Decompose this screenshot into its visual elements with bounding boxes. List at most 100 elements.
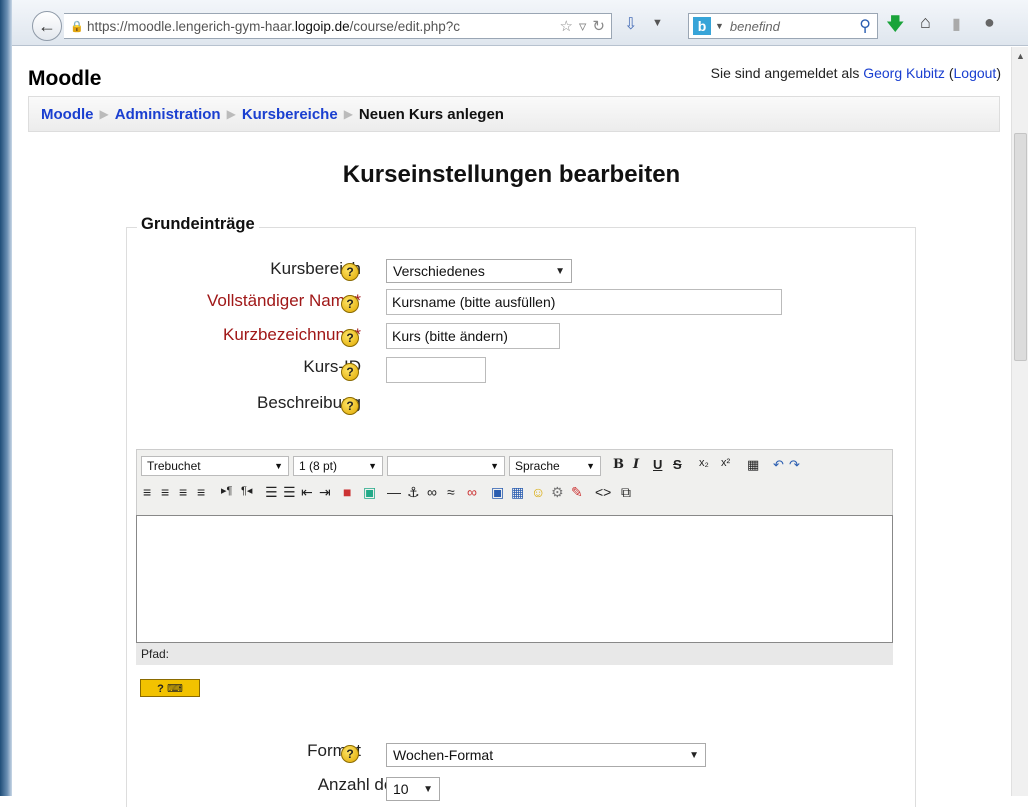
search-engine-icon[interactable]: b xyxy=(693,17,711,35)
menu-dropdown-icon[interactable]: ▼ xyxy=(652,17,663,29)
lock-icon: 🔒 xyxy=(70,21,84,33)
login-info: Sie sind angemeldet als Georg Kubitz (Lo… xyxy=(710,65,1001,81)
fieldset-legend: Grundeinträge xyxy=(137,215,259,234)
redo-icon[interactable]: ↷ xyxy=(789,457,800,473)
text-color-icon[interactable]: ■ xyxy=(343,484,351,500)
chevron-down-icon: ▼ xyxy=(689,749,699,761)
help-icon[interactable]: ? xyxy=(341,329,359,347)
chevron-down-icon: ▼ xyxy=(423,783,433,795)
downloads-icon[interactable]: ⇩ xyxy=(624,14,637,34)
fullscreen-icon[interactable]: ⧉ xyxy=(621,484,631,501)
back-arrow-icon[interactable]: ← xyxy=(32,11,62,41)
scrollbar-thumb[interactable] xyxy=(1014,133,1027,361)
fullname-label: Vollständiger Name* xyxy=(206,291,361,310)
html-source-icon[interactable]: <> xyxy=(595,484,611,500)
subscript-icon[interactable]: x₂ xyxy=(699,457,709,469)
idnumber-field[interactable] xyxy=(386,357,486,383)
language-value: Sprache xyxy=(515,459,560,473)
html-editor: Trebuchet ▼ 1 (8 pt) ▼ ▼ Sprache ▼ B I U S … xyxy=(136,449,893,665)
breadcrumb-kursbereiche[interactable]: Kursbereiche xyxy=(242,106,338,123)
format-value: Wochen-Format xyxy=(393,747,494,763)
language-select[interactable]: Sprache ▼ xyxy=(509,456,601,476)
italic-icon[interactable]: I xyxy=(633,457,639,472)
anchor-icon[interactable]: ⚓ xyxy=(407,484,420,501)
extension-icon[interactable]: ● xyxy=(984,12,995,33)
vertical-scrollbar[interactable]: ▲ xyxy=(1011,47,1028,796)
unordered-list-icon[interactable]: ☰ xyxy=(283,484,296,501)
font-family-select[interactable]: Trebuchet ▼ xyxy=(141,456,289,476)
breadcrumb-separator-icon: ▶ xyxy=(343,107,353,121)
row-fullname: Vollständiger Name* ? Kursname (bitte au… xyxy=(12,289,1011,317)
login-prefix: Sie sind angemeldet als xyxy=(710,65,860,81)
chevron-down-icon: ▼ xyxy=(586,461,595,471)
format-select[interactable]: ▼ xyxy=(387,456,505,476)
logout-link[interactable]: Logout xyxy=(954,65,997,81)
justify-icon[interactable]: ≡ xyxy=(197,484,205,500)
smiley-icon[interactable]: ☺ xyxy=(531,484,545,500)
search-text: benefind xyxy=(729,18,780,34)
row-category: Kursbereich ? Verschiedenes ▼ xyxy=(12,259,1011,287)
breadcrumb-moodle[interactable]: Moodle xyxy=(41,106,94,123)
numsections-value: 10 xyxy=(393,781,409,797)
scroll-up-icon[interactable]: ▲ xyxy=(1016,51,1025,61)
bold-icon[interactable]: B xyxy=(613,457,624,472)
fullname-field[interactable]: Kursname (bitte ausfüllen) xyxy=(386,289,782,315)
background-color-icon[interactable]: ▣ xyxy=(363,484,376,501)
unlink-icon[interactable]: ≈ xyxy=(447,484,455,500)
dropdown-arrow-icon[interactable]: ▿ xyxy=(579,17,587,35)
breadcrumb-administration[interactable]: Administration xyxy=(115,106,221,123)
breadcrumb-separator-icon: ▶ xyxy=(99,107,109,121)
download-arrow-icon[interactable]: 🡇 xyxy=(886,12,905,42)
strikethrough-icon[interactable]: S xyxy=(673,457,682,472)
home-icon[interactable]: ⌂ xyxy=(920,12,931,33)
clean-word-icon[interactable]: ▦ xyxy=(747,457,759,473)
rtl-icon[interactable]: ¶◂ xyxy=(241,484,252,497)
search-box[interactable]: b ▼ benefind ⚲ xyxy=(688,13,878,39)
browser-toolbar: ← 🔒 https://moodle.lengerich-gym-haar. lo… xyxy=(12,0,1028,46)
editor-textarea[interactable] xyxy=(136,515,893,643)
bookmark-star-icon[interactable]: ☆ xyxy=(559,17,572,35)
horizontal-rule-icon[interactable]: — xyxy=(387,484,401,500)
engine-dropdown-icon[interactable]: ▼ xyxy=(715,21,724,31)
help-icon[interactable]: ? xyxy=(341,745,359,763)
special-char-icon[interactable]: ⚙ xyxy=(551,484,564,501)
align-center-icon[interactable]: ≡ xyxy=(161,484,169,500)
user-link[interactable]: Georg Kubitz xyxy=(863,65,945,81)
image-icon[interactable]: ▣ xyxy=(491,484,504,501)
underline-icon[interactable]: U xyxy=(653,457,662,472)
search-replace-icon[interactable]: ✎ xyxy=(571,484,583,501)
nolink-icon[interactable]: ∞ xyxy=(467,484,477,500)
chevron-down-icon: ▼ xyxy=(274,461,283,471)
desktop-edge xyxy=(0,0,12,796)
align-right-icon[interactable]: ≡ xyxy=(179,484,187,500)
superscript-icon[interactable]: x² xyxy=(721,457,730,469)
page-title: Kurseinstellungen bearbeiten xyxy=(342,161,681,188)
help-icon[interactable]: ? xyxy=(341,263,359,281)
link-icon[interactable]: ∞ xyxy=(427,484,437,500)
reload-icon[interactable]: ↻ xyxy=(592,17,605,35)
address-bar[interactable]: 🔒 https://moodle.lengerich-gym-haar. logo… xyxy=(64,13,612,39)
help-icon[interactable]: ? xyxy=(341,295,359,313)
stats-icon[interactable]: ▮ xyxy=(952,14,961,34)
chevron-down-icon: ▼ xyxy=(368,461,377,471)
help-icon[interactable]: ? xyxy=(341,397,359,415)
font-size-select[interactable]: 1 (8 pt) ▼ xyxy=(293,456,383,476)
format-select[interactable]: Wochen-Format ▼ xyxy=(386,743,706,767)
magnifier-icon[interactable]: ⚲ xyxy=(859,16,871,36)
font-family-value: Trebuchet xyxy=(147,459,201,473)
shortname-field[interactable]: Kurs (bitte ändern) xyxy=(386,323,560,349)
ltr-icon[interactable]: ▸¶ xyxy=(221,484,232,497)
ordered-list-icon[interactable]: ☰ xyxy=(265,484,278,501)
font-size-value: 1 (8 pt) xyxy=(299,459,338,473)
table-icon[interactable]: ▦ xyxy=(511,484,524,501)
row-shortname: Kurzbezeichnung* ? Kurs (bitte ändern) xyxy=(12,323,1011,351)
outdent-icon[interactable]: ⇤ xyxy=(301,484,313,501)
help-keyboard-icon[interactable]: ? ⌨ xyxy=(140,679,200,697)
help-icon[interactable]: ? xyxy=(341,363,359,381)
site-title[interactable]: Moodle xyxy=(28,67,102,91)
undo-icon[interactable]: ↶ xyxy=(773,457,784,473)
align-left-icon[interactable]: ≡ xyxy=(143,484,151,500)
numsections-select[interactable]: 10 ▼ xyxy=(386,777,440,801)
indent-icon[interactable]: ⇥ xyxy=(319,484,331,501)
category-select[interactable]: Verschiedenes ▼ xyxy=(386,259,572,283)
